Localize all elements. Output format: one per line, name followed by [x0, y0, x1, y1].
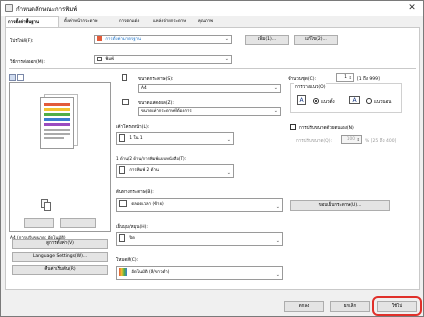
chevron-down-icon: ⌄ [226, 137, 231, 143]
output-method-select[interactable]: พิมพ์ ⌄ [94, 55, 232, 64]
duplex-icon [119, 165, 125, 174]
chevron-down-icon: ⌄ [275, 238, 280, 244]
landscape-label: แนวนอน [374, 100, 392, 105]
apply-highlight [372, 296, 422, 316]
page-layout-label: เค้าโครงหน้า(L): [116, 125, 150, 130]
restore-defaults-button[interactable]: คืนค่าเริ่มต้น(R) [12, 265, 108, 275]
page-size-value: A4 [141, 86, 147, 91]
profile-select[interactable]: การตั้งค่ามาตรฐาน ⌄ [94, 35, 232, 44]
scaling-label: การปรับขนาด(Q): [296, 139, 332, 144]
chevron-down-icon: ⌄ [224, 56, 229, 62]
scaling-input: 100 ⇕ [341, 135, 362, 144]
page-layout-select[interactable]: 1 ใน 1 ⌄ [116, 132, 234, 145]
page-layout-value: 1 ใน 1 [129, 136, 143, 141]
tab-quality[interactable]: คุณภาพ [196, 16, 226, 27]
preview-layout-button[interactable] [24, 218, 54, 228]
paper-source-value: ตลอดเวลา (ซ้าย) [131, 202, 164, 207]
paper-source-select[interactable]: ตลอดเวลา (ซ้าย) ⌄ [116, 198, 283, 212]
preview-detail-icon[interactable] [17, 74, 24, 81]
cancel-button[interactable]: ยกเลิก [330, 301, 370, 312]
output-size-icon [122, 99, 129, 105]
paper-tray-icon [119, 200, 127, 207]
manual-scaling-checkbox[interactable] [290, 124, 296, 130]
language-settings-button[interactable]: Language Settings(W)... [12, 252, 108, 262]
tab-finishing[interactable]: การตกแต่ง [117, 16, 151, 27]
landscape-radio[interactable] [366, 98, 372, 104]
copies-label: จำนวนชุด(C): [288, 77, 316, 82]
color-mode-icon [119, 267, 127, 276]
profile-edit-button[interactable]: แก้ไข(2)... [294, 35, 338, 45]
output-method-label: วิธีการส่งออก(M): [10, 60, 45, 65]
output-method-value: พิมพ์ [105, 57, 114, 62]
spinner-icon: ⇕ [356, 137, 360, 142]
finishing-select[interactable]: ปิด ⌄ [116, 232, 283, 246]
output-size-value: ขนาดเท่ากระดาษที่ต้องการ [141, 109, 192, 114]
copies-value: 1 [344, 75, 347, 80]
preview-page-front [40, 97, 74, 149]
scaling-value: 100 [346, 137, 355, 142]
profile-value: การตั้งค่ามาตรฐาน [105, 37, 141, 42]
scaling-range: % [25 ถึง 400] [365, 139, 397, 144]
chevron-down-icon: ⌄ [275, 272, 280, 278]
portrait-label: แนวตั้ง [321, 100, 335, 105]
chevron-down-icon: ⌄ [226, 170, 231, 176]
duplex-value: การพิมพ์ 2 ด้าน [129, 168, 159, 173]
window-title: กำหนดลักษณะการพิมพ์ [16, 6, 78, 13]
tab-page-setup[interactable]: ตั้งค่าหน้ากระดาษ [62, 16, 117, 27]
profile-label: โปรไฟล์(F): [10, 39, 34, 44]
finishing-icon [119, 233, 125, 242]
profile-icon [97, 36, 102, 41]
page-layout-icon [119, 133, 125, 142]
printer-icon [5, 4, 13, 12]
profile-add-button[interactable]: เพิ่ม(1)... [245, 35, 289, 45]
view-settings-button[interactable]: ดูการตั้งค่า(V) [12, 239, 108, 249]
color-mode-value: อัตโนมัติ (สี/ขาวดำ) [131, 270, 170, 275]
preview-duplex-button[interactable] [60, 218, 96, 228]
printer-small-icon [97, 56, 102, 61]
landscape-icon: A [349, 96, 360, 104]
output-size-select[interactable]: ขนาดเท่ากระดาษที่ต้องการ ⌄ [138, 107, 281, 116]
orientation-label: การวางแนว(O) [294, 83, 327, 90]
chevron-down-icon: ⌄ [224, 36, 229, 42]
chevron-down-icon: ⌄ [273, 108, 278, 114]
finishing-label: เย็บมุม/หมุน(H): [116, 225, 148, 230]
basic-settings-panel: โปรไฟล์(F): การตั้งค่ามาตรฐาน ⌄ เพิ่ม(1)… [5, 27, 420, 290]
copies-range: [1 ถึง 999] [357, 77, 380, 82]
portrait-radio[interactable] [313, 98, 319, 104]
duplex-label: 1 ด้าน/2 ด้าน/การพิมพ์แบบหนังสือ(T): [116, 156, 187, 161]
manual-scaling-label: การปรับขนาดด้วยตนเอง(N) [299, 126, 354, 131]
tab-paper-source[interactable]: แหล่งจ่ายกระดาษ [151, 16, 196, 27]
finishing-value: ปิด [129, 236, 135, 241]
page-size-select[interactable]: A4 ⌄ [138, 84, 281, 93]
duplex-select[interactable]: การพิมพ์ 2 ด้าน ⌄ [116, 164, 234, 178]
orientation-group: การวางแนว(O) A แนวตั้ง A แนวนอน [290, 83, 402, 113]
tab-basic-settings[interactable]: การตั้งค่าพื้นฐาน [5, 16, 59, 27]
title-bar: กำหนดลักษณะการพิมพ์ ✕ [1, 1, 423, 16]
color-mode-label: โหมดสี(C): [116, 258, 139, 263]
copies-stack-icon [44, 202, 51, 211]
tab-bar: การตั้งค่าพื้นฐาน ตั้งค่าหน้ากระดาษ การต… [5, 16, 415, 27]
print-preferences-window: กำหนดลักษณะการพิมพ์ ✕ การตั้งค่าพื้นฐาน … [0, 0, 424, 317]
color-mode-select[interactable]: อัตโนมัติ (สี/ขาวดำ) ⌄ [116, 266, 283, 280]
portrait-icon: A [297, 95, 306, 105]
binding-margin-button[interactable]: ขอบเย็บกระดาษ(U)... [290, 200, 390, 211]
spinner-icon[interactable]: ⇕ [349, 74, 352, 81]
preview-mode-icon[interactable] [9, 74, 16, 81]
page-preview [9, 82, 111, 232]
close-button[interactable]: ✕ [404, 2, 420, 14]
output-size-label: ขนาดแสดงผล(Z): [138, 101, 174, 106]
copies-input[interactable]: 1 ⇕ [336, 73, 354, 82]
page-size-icon [122, 74, 127, 81]
chevron-down-icon: ⌄ [275, 204, 280, 210]
chevron-down-icon: ⌄ [273, 85, 278, 91]
paper-source-label: ต้นทางกระดาษ(B): [116, 190, 154, 195]
page-size-label: ขนาดกระดาษ(S): [138, 77, 174, 82]
ok-button[interactable]: ตกลง [284, 301, 324, 312]
divider [9, 68, 416, 69]
